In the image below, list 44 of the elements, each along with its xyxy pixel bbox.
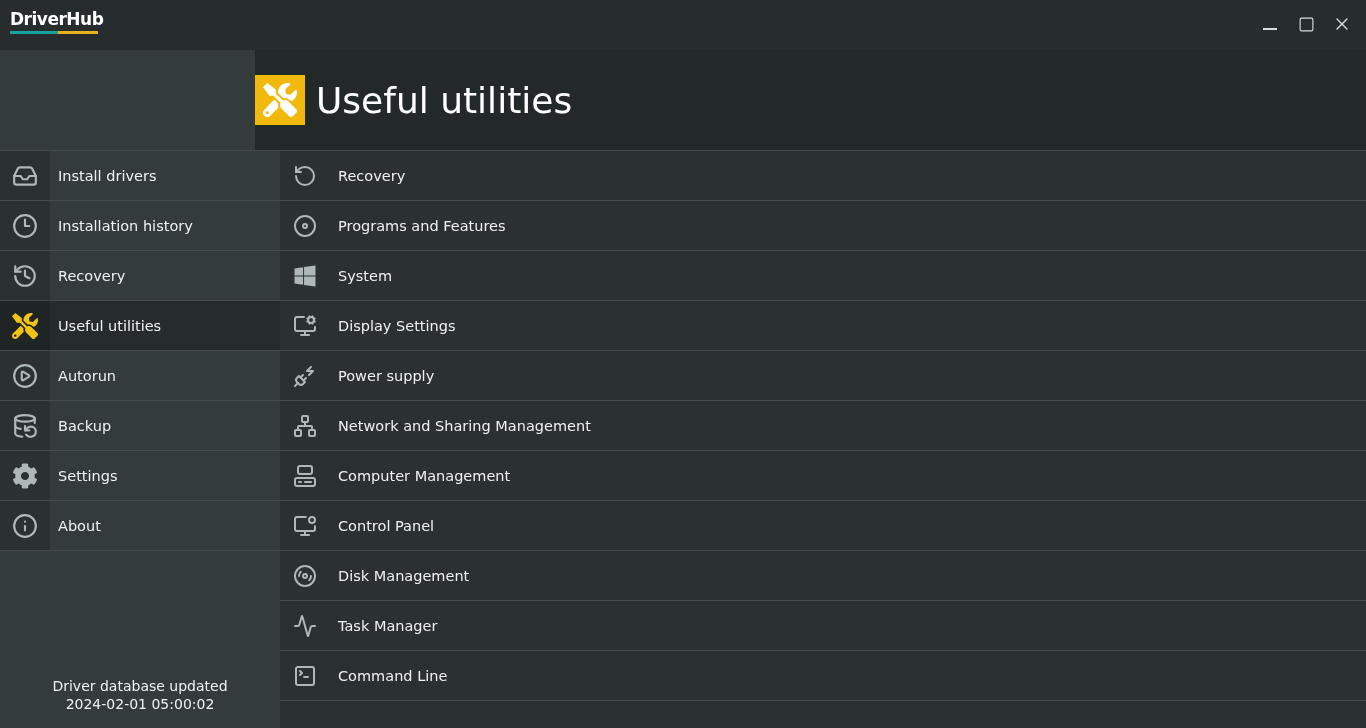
sidebar-item[interactable]: Recovery [0, 251, 280, 301]
utility-item[interactable]: Disk Management [280, 551, 1366, 601]
monitor-gear-icon [293, 313, 317, 338]
sidebar-item[interactable]: Backup [0, 401, 280, 451]
utility-item[interactable]: Network and Sharing Management [280, 401, 1366, 451]
monitor-icon [293, 513, 317, 538]
utility-item[interactable]: Command Line [280, 651, 1366, 701]
utility-item[interactable]: Control Panel [280, 501, 1366, 551]
play-circle-icon [12, 362, 38, 389]
sidebar-item[interactable]: Autorun [0, 351, 280, 401]
utility-item[interactable]: Programs and Features [280, 201, 1366, 251]
disc-icon [293, 213, 317, 238]
sidebar-item[interactable]: Useful utilities [0, 301, 280, 351]
terminal-icon [293, 663, 317, 688]
plug-icon [293, 363, 317, 388]
sidebar-item[interactable]: Settings [0, 451, 280, 501]
windows-icon [293, 263, 317, 288]
page-title: Useful utilities [316, 79, 573, 121]
utility-item[interactable]: Computer Management [280, 451, 1366, 501]
restore-icon [293, 163, 317, 188]
computer-icon [293, 463, 317, 488]
utility-item[interactable]: System [280, 251, 1366, 301]
database-status-text: Driver database updated [52, 678, 228, 694]
settings-icon [12, 462, 38, 489]
disk-icon [293, 563, 317, 588]
pulse-icon [293, 613, 317, 638]
sidebar-item[interactable]: Install drivers [0, 151, 280, 201]
utility-item[interactable]: Display Settings [280, 301, 1366, 351]
database-icon [12, 412, 38, 439]
info-icon [12, 512, 38, 539]
sidebar-item[interactable]: Installation history [0, 201, 280, 251]
history-icon [12, 262, 38, 289]
utility-item[interactable]: Power supply [280, 351, 1366, 401]
tools-icon [255, 75, 305, 125]
sidebar-item[interactable]: About [0, 501, 280, 551]
square-icon [1297, 15, 1315, 33]
database-status-text: 2024-02-01 05:00:02 [65, 696, 215, 712]
tools-icon [12, 312, 38, 339]
app-logo: DriverHub [10, 8, 104, 29]
network-icon [293, 413, 317, 438]
clock-icon [12, 212, 38, 239]
utility-item[interactable]: Task Manager [280, 601, 1366, 651]
minus-icon [1263, 28, 1277, 30]
utility-item[interactable]: Recovery [280, 151, 1366, 201]
